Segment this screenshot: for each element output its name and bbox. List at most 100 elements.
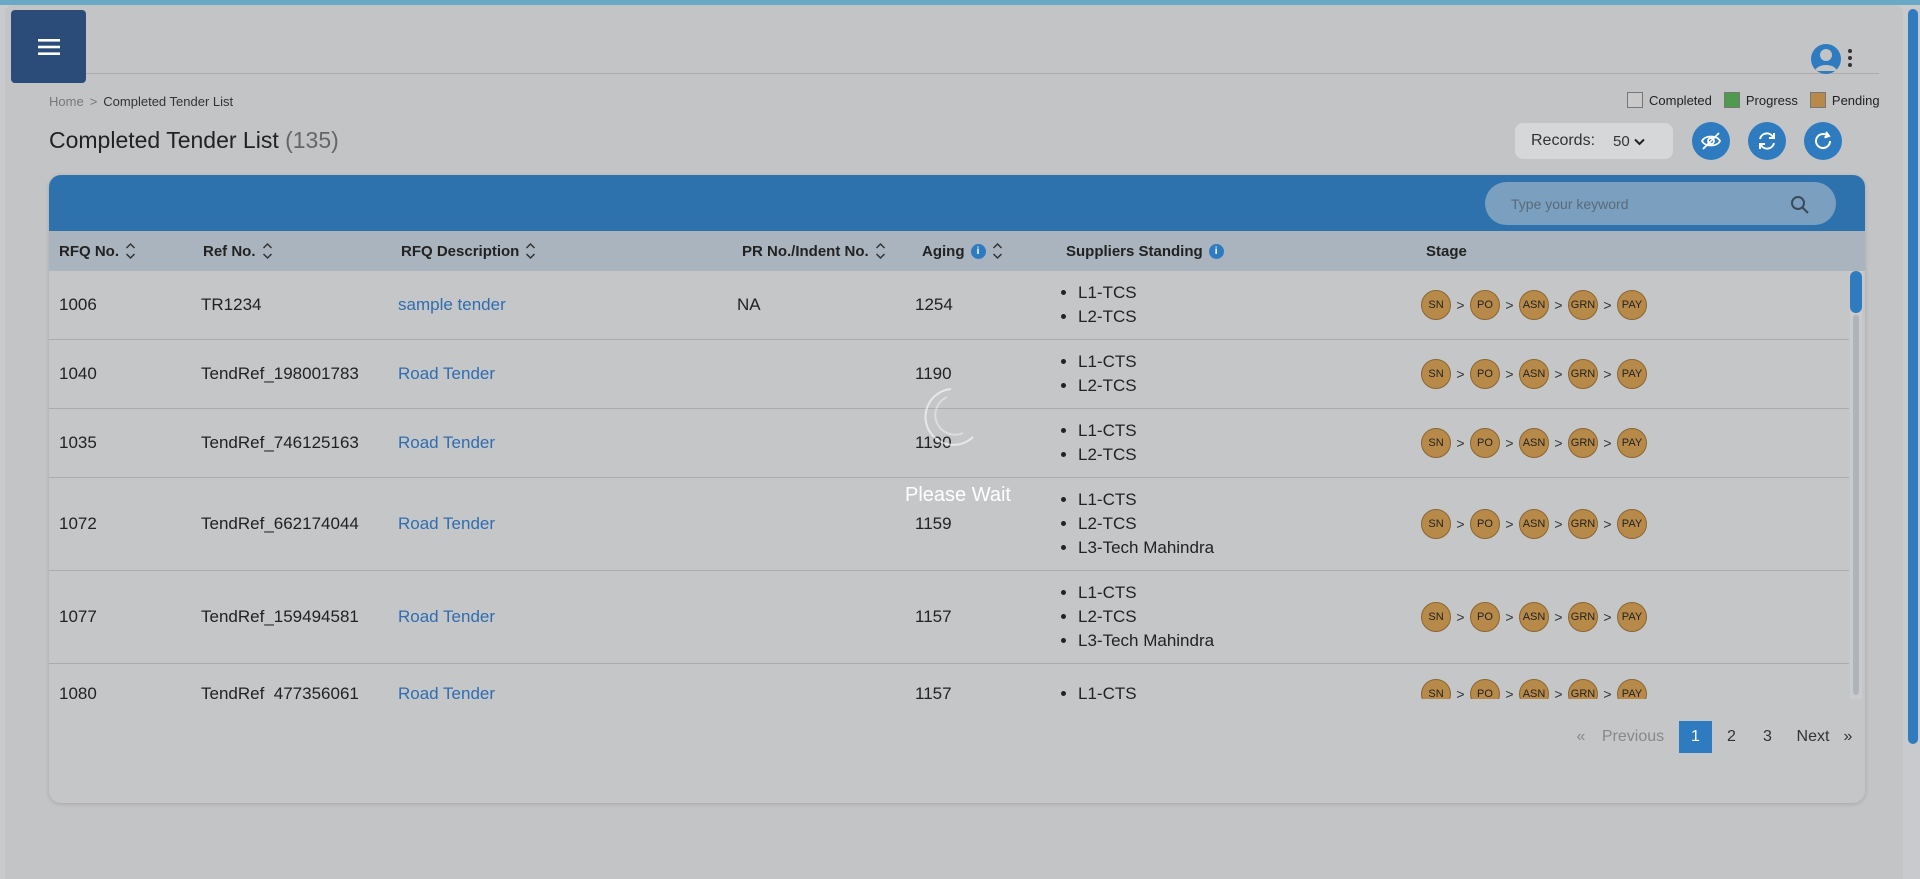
supplier-item: L2-TCS (1078, 512, 1214, 536)
search-icon[interactable] (1790, 195, 1810, 215)
page-scrollbar[interactable] (1906, 5, 1920, 879)
column-header-rfq-description[interactable]: RFQ Description (401, 231, 536, 271)
sort-icon[interactable] (125, 242, 136, 260)
rfq-description-link[interactable]: sample tender (398, 295, 506, 315)
info-icon[interactable]: i (1208, 243, 1224, 259)
cell-ref-no: TendRef_198001783 (201, 364, 359, 383)
column-header-aging[interactable]: Aging i (922, 231, 1003, 271)
supplier-item: L1-CTS (1078, 682, 1137, 699)
table-scrollbar[interactable] (1850, 271, 1862, 699)
stage-asn: ASN (1519, 359, 1549, 389)
column-header-ref-no[interactable]: Ref No. (203, 231, 273, 271)
search-box (1485, 182, 1836, 225)
stage-grn: GRN (1568, 428, 1598, 458)
sort-icon[interactable] (992, 242, 1003, 260)
please-wait-text: Please Wait (905, 484, 1011, 506)
cell-aging: 1157 (915, 684, 952, 699)
stage-asn: ASN (1519, 679, 1549, 699)
stage-grn: GRN (1568, 602, 1598, 632)
app-window: Home > Completed Tender List Completed Pro… (5, 5, 1903, 879)
stage-tracker: SN > PO > ASN > GRN > PAY (1421, 679, 1647, 699)
stage-asn: ASN (1519, 290, 1549, 320)
cell-ref-no: TendRef_159494581 (201, 607, 359, 626)
supplier-item: L1-CTS (1078, 488, 1214, 512)
last-page-button[interactable]: » (1841, 721, 1855, 753)
suppliers-list: L1-CTS (1058, 682, 1137, 699)
suppliers-list: L1-CTSL2-TCSL3-Tech Mahindra (1058, 488, 1214, 560)
legend-swatch-progress (1723, 92, 1740, 108)
table-toolbar (49, 175, 1865, 231)
hamburger-menu-button[interactable] (11, 10, 86, 83)
records-per-page-select[interactable]: Records: 50 (1515, 123, 1673, 159)
user-avatar-button[interactable] (1811, 44, 1841, 74)
supplier-item: L1-TCS (1078, 281, 1137, 305)
cell-ref-no: TendRef_477356061 (201, 684, 359, 699)
breadcrumb-home-link[interactable]: Home (49, 94, 84, 109)
stage-pay: PAY (1617, 428, 1647, 458)
supplier-item: L3-Tech Mahindra (1078, 629, 1214, 653)
suppliers-list: L1-CTSL2-TCS (1058, 350, 1137, 398)
table-row: 1080 TendRef_477356061 Road Tender 1157 … (49, 664, 1849, 699)
rfq-description-link[interactable]: Road Tender (398, 607, 495, 627)
supplier-item: L1-CTS (1078, 581, 1214, 605)
stage-grn: GRN (1568, 509, 1598, 539)
page-scrollbar-thumb[interactable] (1908, 9, 1918, 744)
stage-po: PO (1470, 679, 1500, 699)
info-icon[interactable]: i (970, 243, 986, 259)
page-button[interactable]: 2 (1715, 721, 1748, 753)
stage-grn: GRN (1568, 290, 1598, 320)
supplier-item: L3-Tech Mahindra (1078, 536, 1214, 560)
record-count: (135) (285, 127, 339, 153)
records-value: 50 (1613, 133, 1645, 150)
sync-button[interactable] (1748, 122, 1786, 160)
next-page-button[interactable]: Next (1790, 721, 1836, 753)
legend-completed: Completed (1627, 92, 1712, 108)
supplier-item: L2-TCS (1078, 605, 1214, 629)
table-scrollbar-thumb[interactable] (1850, 271, 1862, 313)
rfq-description-link[interactable]: Road Tender (398, 684, 495, 699)
suppliers-list: L1-CTSL2-TCS (1058, 419, 1137, 467)
cell-rfq-no: 1077 (59, 607, 97, 626)
rfq-description-link[interactable]: Road Tender (398, 364, 495, 384)
page-button-active[interactable]: 1 (1679, 721, 1712, 753)
first-page-button[interactable]: « (1574, 721, 1588, 753)
menu-icon (37, 38, 60, 55)
sort-icon[interactable] (875, 242, 886, 260)
stage-asn: ASN (1519, 602, 1549, 632)
refresh-button[interactable] (1804, 122, 1842, 160)
rfq-description-link[interactable]: Road Tender (398, 433, 495, 453)
table-row: 1077 TendRef_159494581 Road Tender 1157 … (49, 571, 1849, 664)
records-label: Records: (1531, 132, 1596, 149)
legend-progress: Progress (1723, 92, 1798, 108)
sort-icon[interactable] (525, 242, 536, 260)
cell-rfq-no: 1006 (59, 295, 97, 314)
stage-grn: GRN (1568, 679, 1598, 699)
search-input[interactable] (1509, 194, 1773, 213)
table-scrollbar-track (1853, 315, 1859, 695)
column-header-stage: Stage (1426, 242, 1467, 260)
more-options-icon[interactable] (1848, 49, 1852, 70)
stage-tracker: SN > PO > ASN > GRN > PAY (1421, 359, 1647, 389)
stage-pay: PAY (1617, 679, 1647, 699)
cell-ref-no: TendRef_662174044 (201, 514, 359, 533)
refresh-icon (1815, 131, 1832, 150)
column-header-pr-indent-no[interactable]: PR No./Indent No. (742, 231, 886, 271)
table-header: RFQ No. Ref No. RFQ Description PR No./I… (49, 231, 1865, 271)
page-title: Completed Tender List (135) (49, 127, 339, 153)
table-row: 1006 TR1234 sample tender NA 1254 L1-TCS… (49, 271, 1849, 340)
cell-rfq-no: 1035 (59, 433, 97, 452)
sort-icon[interactable] (262, 242, 273, 260)
stage-sn: SN (1421, 679, 1451, 699)
header-divider (86, 73, 1879, 74)
stage-po: PO (1470, 359, 1500, 389)
stage-pay: PAY (1617, 290, 1647, 320)
legend-swatch-completed (1627, 92, 1643, 108)
suppliers-list: L1-CTSL2-TCSL3-Tech Mahindra (1058, 581, 1214, 653)
column-header-rfq-no[interactable]: RFQ No. (59, 231, 136, 271)
rfq-description-link[interactable]: Road Tender (398, 514, 495, 534)
toggle-visibility-button[interactable] (1692, 122, 1730, 160)
previous-page-button[interactable]: Previous (1596, 721, 1670, 753)
stage-po: PO (1470, 290, 1500, 320)
page-button[interactable]: 3 (1751, 721, 1784, 753)
stage-sn: SN (1421, 359, 1451, 389)
